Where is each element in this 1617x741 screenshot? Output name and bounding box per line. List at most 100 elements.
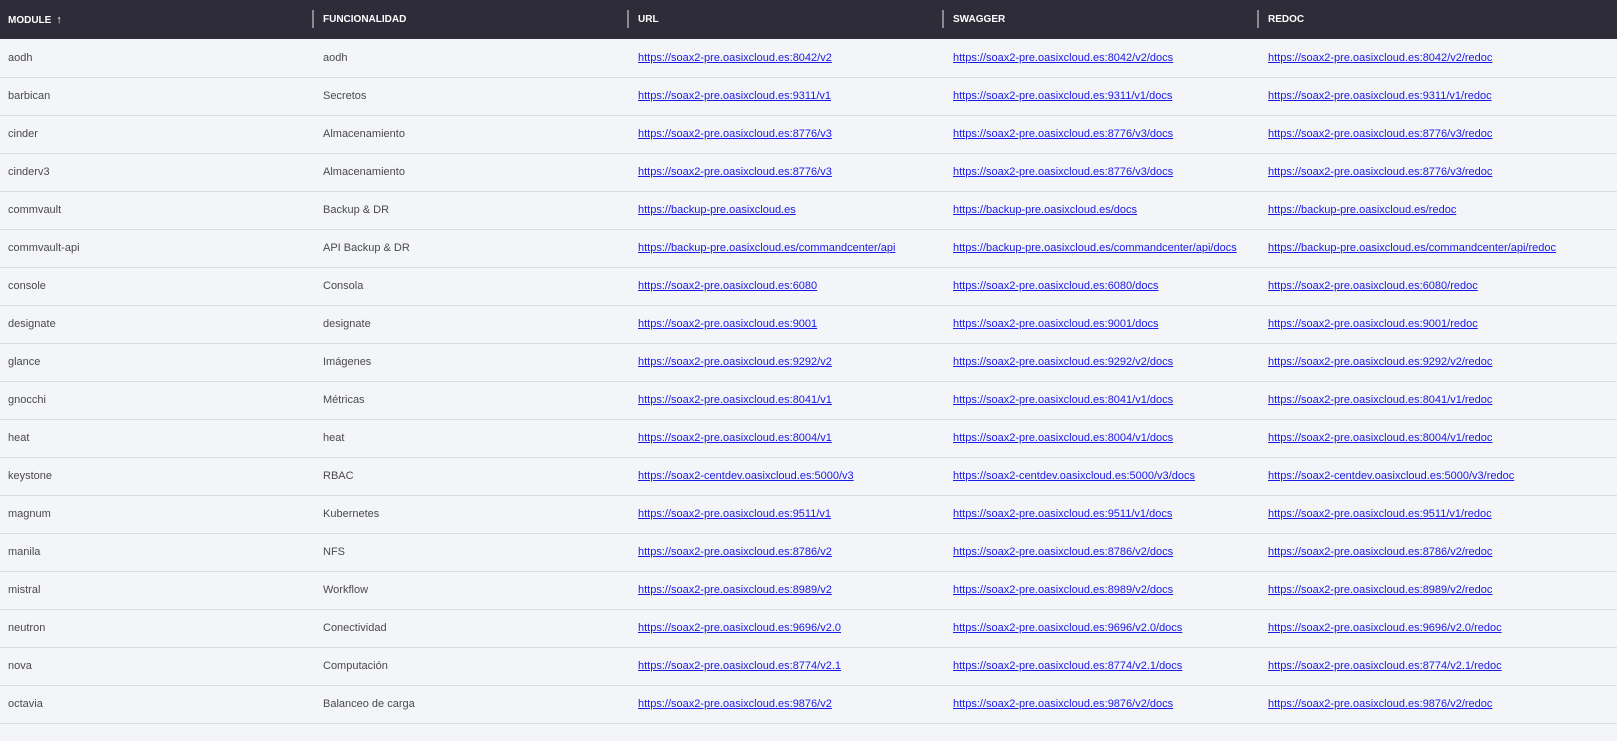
swagger-cell: https://backup-pre.oasixcloud.es/command… (945, 229, 1260, 267)
redoc-link[interactable]: https://soax2-pre.oasixcloud.es:9696/v2.… (1268, 622, 1502, 634)
swagger-link[interactable]: https://soax2-centdev.oasixcloud.es:5000… (953, 470, 1195, 482)
redoc-link[interactable]: https://soax2-pre.oasixcloud.es:8041/v1/… (1268, 394, 1492, 406)
swagger-cell: https://soax2-pre.oasixcloud.es:8989/v2/… (945, 571, 1260, 609)
redoc-link[interactable]: https://backup-pre.oasixcloud.es/command… (1268, 242, 1556, 254)
url-cell: https://soax2-pre.oasixcloud.es:8004/v1 (630, 419, 945, 457)
module-cell: commvault-api (0, 229, 315, 267)
url-link[interactable]: https://soax2-pre.oasixcloud.es:8042/v2 (638, 52, 832, 64)
column-header-swagger[interactable]: SWAGGER (942, 0, 1260, 39)
swagger-link[interactable]: https://soax2-pre.oasixcloud.es:8042/v2/… (953, 52, 1173, 64)
swagger-cell: https://soax2-pre.oasixcloud.es:9292/v2/… (945, 343, 1260, 381)
url-link[interactable]: https://soax2-pre.oasixcloud.es:8776/v3 (638, 166, 832, 178)
url-cell: https://soax2-pre.oasixcloud.es:8042/v2 (630, 39, 945, 77)
module-text: aodh (8, 51, 33, 64)
url-link[interactable]: https://soax2-pre.oasixcloud.es:8989/v2 (638, 584, 832, 596)
funcionalidad-text: Imágenes (323, 356, 372, 368)
url-link[interactable]: https://soax2-pre.oasixcloud.es:6080 (638, 280, 817, 292)
redoc-link[interactable]: https://soax2-pre.oasixcloud.es:8776/v3/… (1268, 128, 1492, 140)
url-link[interactable]: https://soax2-pre.oasixcloud.es:9292/v2 (638, 356, 832, 368)
redoc-link[interactable]: https://soax2-pre.oasixcloud.es:9876/v2/… (1268, 698, 1492, 710)
url-link[interactable]: https://soax2-pre.oasixcloud.es:9001 (638, 318, 817, 330)
table-row: commvault-api API Backup & DR https://back… (0, 229, 1617, 267)
swagger-link[interactable]: https://backup-pre.oasixcloud.es/command… (953, 242, 1237, 254)
url-link[interactable]: https://soax2-pre.oasixcloud.es:9311/v1 (638, 90, 831, 102)
table-row: cinderv3 Almacenamiento https://soax2-pre.… (0, 153, 1617, 191)
module-text: nova (8, 660, 32, 672)
swagger-link[interactable]: https://soax2-pre.oasixcloud.es:8776/v3/… (953, 166, 1173, 178)
url-cell: https://soax2-pre.oasixcloud.es:9292/v2 (630, 343, 945, 381)
swagger-link[interactable]: https://soax2-pre.oasixcloud.es:8989/v2/… (953, 584, 1173, 596)
redoc-link[interactable]: https://soax2-pre.oasixcloud.es:8786/v2/… (1268, 546, 1492, 558)
redoc-link[interactable]: https://soax2-pre.oasixcloud.es:8776/v3/… (1268, 166, 1492, 178)
column-header-redoc[interactable]: REDOC (1257, 0, 1617, 39)
funcionalidad-cell: Balanceo de carga (315, 685, 630, 723)
redoc-cell: https://soax2-pre.oasixcloud.es:6080/red… (1260, 267, 1617, 305)
url-link[interactable]: https://soax2-pre.oasixcloud.es:8774/v2.… (638, 660, 841, 672)
swagger-link[interactable]: https://soax2-pre.oasixcloud.es:9696/v2.… (953, 622, 1182, 634)
url-link[interactable]: https://soax2-pre.oasixcloud.es:8786/v2 (638, 546, 832, 558)
redoc-link[interactable]: https://soax2-pre.oasixcloud.es:8774/v2.… (1268, 660, 1502, 672)
swagger-cell: https://soax2-pre.oasixcloud.es:8041/v1/… (945, 381, 1260, 419)
module-cell: manila (0, 533, 315, 571)
redoc-link[interactable]: https://soax2-pre.oasixcloud.es:9511/v1/… (1268, 508, 1492, 520)
column-label: MODULE (8, 14, 52, 26)
swagger-link[interactable]: https://soax2-pre.oasixcloud.es:8776/v3/… (953, 128, 1173, 140)
table-row: neutron Conectividad https://soax2-pre.oas… (0, 609, 1617, 647)
redoc-link[interactable]: https://backup-pre.oasixcloud.es/redoc (1268, 204, 1456, 216)
redoc-link[interactable]: https://soax2-pre.oasixcloud.es:8042/v2/… (1268, 52, 1492, 64)
swagger-link[interactable]: https://soax2-pre.oasixcloud.es:6080/doc… (953, 280, 1158, 292)
redoc-link[interactable]: https://soax2-pre.oasixcloud.es:9292/v2/… (1268, 356, 1492, 368)
url-link[interactable]: https://soax2-centdev.oasixcloud.es:5000… (638, 470, 854, 482)
module-cell: designate (0, 305, 315, 343)
funcionalidad-text: Métricas (323, 394, 365, 406)
url-link[interactable]: https://soax2-pre.oasixcloud.es:9876/v2 (638, 698, 832, 710)
redoc-link[interactable]: https://soax2-pre.oasixcloud.es:6080/red… (1268, 280, 1478, 292)
swagger-link[interactable]: https://soax2-pre.oasixcloud.es:9876/v2/… (953, 698, 1173, 710)
swagger-link[interactable]: https://soax2-pre.oasixcloud.es:8774/v2.… (953, 660, 1182, 672)
redoc-link[interactable]: https://soax2-pre.oasixcloud.es:8989/v2/… (1268, 584, 1492, 596)
redoc-cell: https://soax2-pre.oasixcloud.es:8776/v3/… (1260, 153, 1617, 191)
table-row: glance Imágenes https://soax2-pre.oasixclo… (0, 343, 1617, 381)
column-resize-handle[interactable] (627, 10, 629, 28)
redoc-link[interactable]: https://soax2-pre.oasixcloud.es:8004/v1/… (1268, 432, 1492, 444)
url-link[interactable]: https://backup-pre.oasixcloud.es (638, 204, 796, 216)
redoc-link[interactable]: https://soax2-pre.oasixcloud.es:9001/red… (1268, 318, 1478, 330)
module-text: cinderv3 (8, 166, 50, 178)
url-link[interactable]: https://soax2-pre.oasixcloud.es:9511/v1 (638, 508, 831, 520)
redoc-link[interactable]: https://soax2-centdev.oasixcloud.es:5000… (1268, 470, 1514, 482)
redoc-cell: https://soax2-pre.oasixcloud.es:9001/red… (1260, 305, 1617, 343)
funcionalidad-text: API Backup & DR (323, 242, 410, 254)
swagger-link[interactable]: https://soax2-pre.oasixcloud.es:8041/v1/… (953, 394, 1173, 406)
swagger-link[interactable]: https://soax2-pre.oasixcloud.es:9292/v2/… (953, 356, 1173, 368)
url-link[interactable]: https://soax2-pre.oasixcloud.es:8776/v3 (638, 128, 832, 140)
column-header-funcionalidad[interactable]: FUNCIONALIDAD (312, 0, 630, 39)
swagger-link[interactable]: https://soax2-pre.oasixcloud.es:9001/doc… (953, 318, 1158, 330)
url-link[interactable]: https://soax2-pre.oasixcloud.es:8004/v1 (638, 432, 832, 444)
table-row: nova Computación https://soax2-pre.oasixcl… (0, 647, 1617, 685)
swagger-link[interactable]: https://soax2-pre.oasixcloud.es:9311/v1/… (953, 90, 1172, 102)
column-header-module[interactable]: MODULE ↑ (0, 0, 315, 39)
column-resize-handle[interactable] (312, 10, 314, 28)
funcionalidad-cell: RBAC (315, 457, 630, 495)
module-text: barbican (8, 90, 51, 102)
column-header-url[interactable]: URL (627, 0, 945, 39)
column-resize-handle[interactable] (1257, 10, 1259, 28)
redoc-cell: https://soax2-pre.oasixcloud.es:8042/v2/… (1260, 39, 1617, 77)
swagger-link[interactable]: https://soax2-pre.oasixcloud.es:8786/v2/… (953, 546, 1173, 558)
module-text: heat (8, 432, 30, 444)
swagger-link[interactable]: https://soax2-pre.oasixcloud.es:8004/v1/… (953, 432, 1173, 444)
column-resize-handle[interactable] (942, 10, 944, 28)
funcionalidad-text: Backup & DR (323, 204, 390, 216)
module-cell: nova (0, 647, 315, 685)
url-link[interactable]: https://soax2-pre.oasixcloud.es:9696/v2.… (638, 622, 841, 634)
module-text: glance (8, 356, 41, 368)
url-link[interactable]: https://soax2-pre.oasixcloud.es:8041/v1 (638, 394, 832, 406)
url-link[interactable]: https://backup-pre.oasixcloud.es/command… (638, 242, 895, 254)
funcionalidad-cell: Almacenamiento (315, 115, 630, 153)
swagger-link[interactable]: https://backup-pre.oasixcloud.es/docs (953, 204, 1137, 216)
swagger-cell: https://soax2-centdev.oasixcloud.es:5000… (945, 457, 1260, 495)
module-cell: gnocchi (0, 381, 315, 419)
swagger-link[interactable]: https://soax2-pre.oasixcloud.es:9511/v1/… (953, 508, 1172, 520)
redoc-link[interactable]: https://soax2-pre.oasixcloud.es:9311/v1/… (1268, 90, 1492, 102)
funcionalidad-cell: Kubernetes (315, 495, 630, 533)
